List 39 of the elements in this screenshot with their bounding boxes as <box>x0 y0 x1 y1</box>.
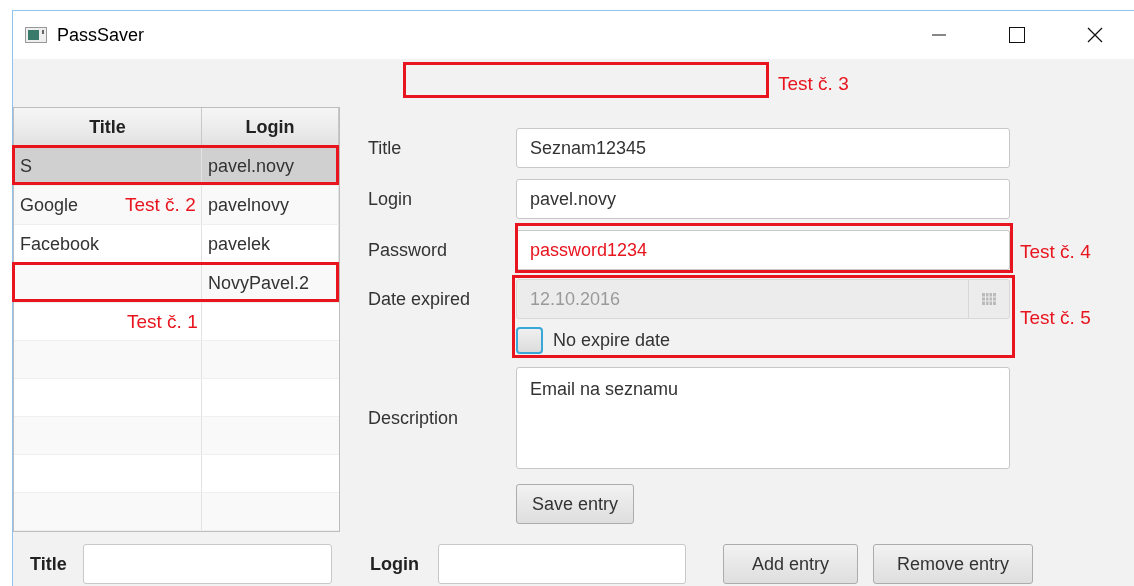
checkbox-label: No expire date <box>553 328 671 352</box>
close-icon <box>1087 27 1103 43</box>
field-label: Login <box>370 552 420 576</box>
action-button[interactable]: Remove entry <box>873 544 1033 584</box>
table-cell-text: S <box>20 154 32 178</box>
input-field[interactable] <box>438 544 686 584</box>
column-header[interactable]: Login <box>202 108 339 146</box>
calendar-icon <box>982 293 996 305</box>
input-field[interactable]: pavel.novy <box>516 179 1010 219</box>
minimize-icon <box>932 34 946 36</box>
annotation-label: Test č. 3 <box>778 72 849 96</box>
field-label: Title <box>30 552 68 576</box>
table-cell-text: pavelnovy <box>208 193 290 217</box>
table-cell-text: pavel.novy <box>208 154 295 178</box>
date-value: 12.10.2016 <box>529 287 622 311</box>
checkbox[interactable] <box>516 326 543 354</box>
table-cell-text: Google <box>20 193 79 217</box>
table-cell-text: NovyPavel.2 <box>208 271 310 295</box>
annotation-label: Test č. 2 <box>125 193 196 217</box>
description-field[interactable]: Email na seznamu <box>516 367 1010 469</box>
column-header[interactable]: Title <box>14 108 202 146</box>
annotation-label: Test č. 5 <box>1020 306 1091 330</box>
annotation-label: Test č. 4 <box>1020 240 1091 264</box>
save-button[interactable]: Save entry <box>516 484 634 524</box>
field-label: Password <box>368 238 449 262</box>
field-label: Date expired <box>368 287 472 311</box>
action-button[interactable]: Add entry <box>723 544 858 584</box>
window-title: PassSaver <box>57 23 145 47</box>
input-field[interactable] <box>83 544 332 584</box>
field-label: Login <box>368 187 414 211</box>
annotation-label: Test č. 1 <box>127 310 198 334</box>
maximize-icon <box>1009 27 1025 43</box>
field-label: Description <box>368 406 460 430</box>
field-label: Title <box>368 136 403 160</box>
input-field[interactable]: password1234 <box>516 230 1010 270</box>
table-cell-text: pavelek <box>208 232 271 256</box>
input-field[interactable]: Seznam12345 <box>516 128 1010 168</box>
table-cell-text: Facebook <box>20 232 100 256</box>
app-icon <box>25 27 47 43</box>
